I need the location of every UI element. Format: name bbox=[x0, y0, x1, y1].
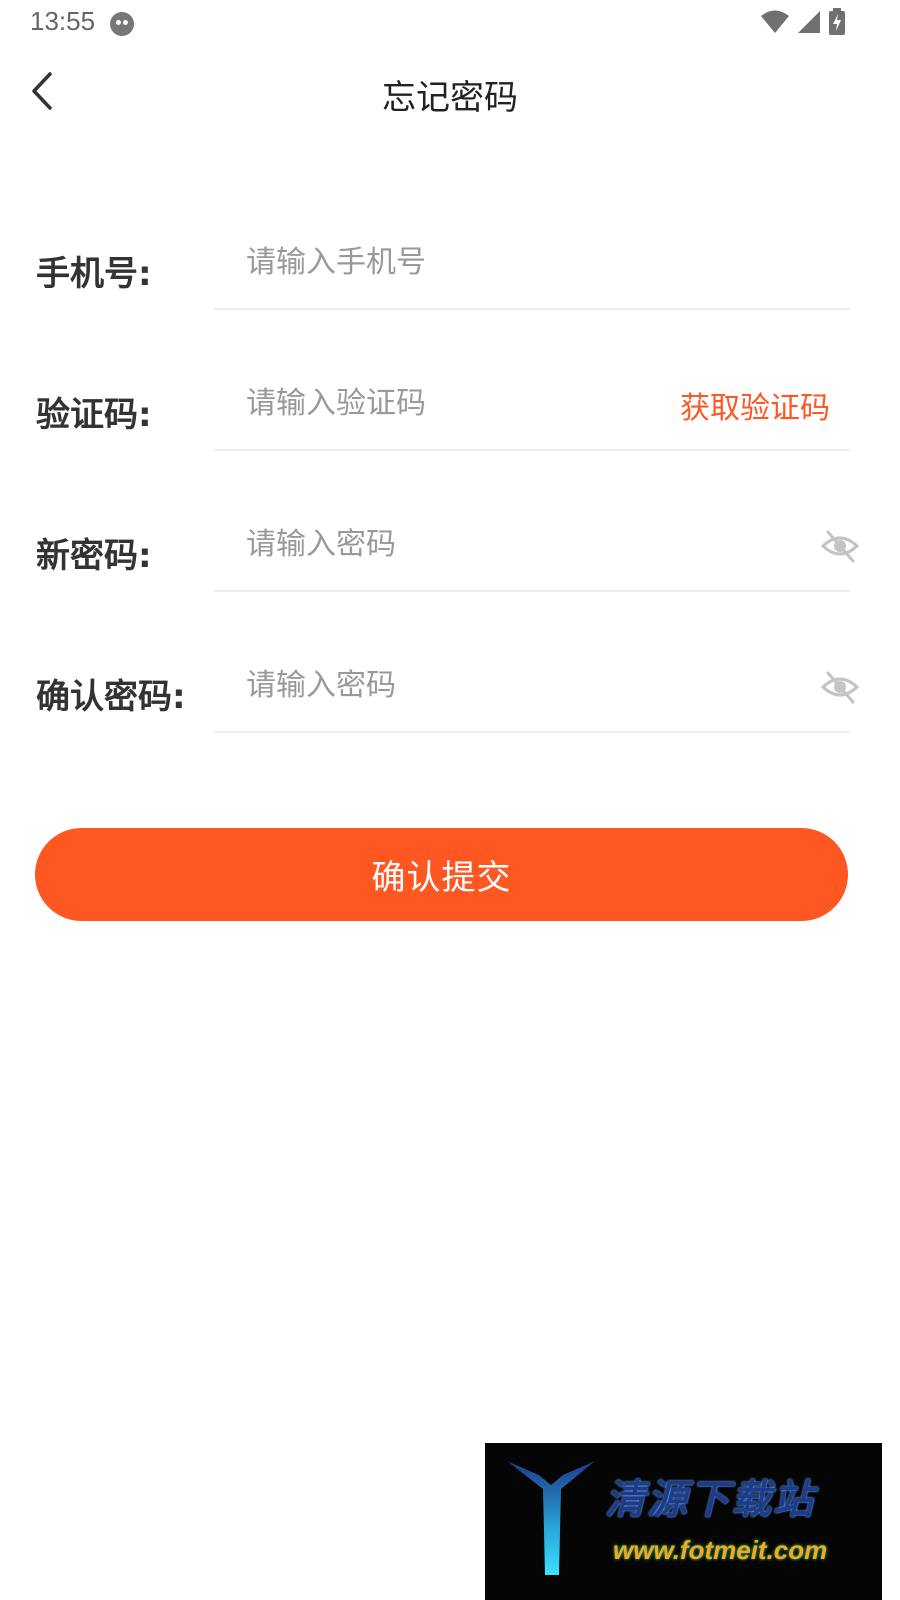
new-password-label: 新密码: bbox=[36, 536, 152, 576]
watermark: 清源下载站 www.fotmeit.com bbox=[485, 1443, 882, 1600]
signal-icon bbox=[798, 11, 820, 33]
confirm-password-label: 确认密码: bbox=[36, 677, 186, 717]
new-password-visibility-toggle[interactable] bbox=[820, 526, 860, 566]
code-label: 验证码: bbox=[36, 395, 152, 435]
new-password-row: 新密码: bbox=[0, 504, 900, 594]
status-bar: 13:55 bbox=[0, 0, 900, 46]
eye-off-icon bbox=[820, 671, 860, 704]
phone-row: 手机号: bbox=[0, 222, 900, 312]
confirm-password-row: 确认密码: bbox=[0, 645, 900, 735]
confirm-password-input[interactable] bbox=[246, 659, 666, 711]
code-divider bbox=[214, 449, 850, 451]
get-code-button[interactable]: 获取验证码 bbox=[680, 383, 830, 427]
eye-off-icon bbox=[820, 530, 860, 563]
confirm-password-visibility-toggle[interactable] bbox=[820, 667, 860, 707]
code-row: 验证码: 获取验证码 bbox=[0, 363, 900, 453]
new-password-input[interactable] bbox=[246, 518, 666, 570]
watermark-title: 清源下载站 bbox=[605, 1477, 815, 1523]
phone-divider bbox=[214, 308, 850, 310]
battery-charging-icon bbox=[829, 8, 845, 35]
status-icons bbox=[760, 8, 846, 36]
phone-label: 手机号: bbox=[36, 254, 152, 294]
status-time: 13:55 bbox=[30, 6, 96, 36]
code-input[interactable] bbox=[246, 377, 666, 429]
submit-button[interactable]: 确认提交 bbox=[35, 828, 848, 921]
wifi-icon bbox=[761, 10, 789, 33]
watermark-logo-icon bbox=[507, 1461, 595, 1575]
page-title: 忘记密码 bbox=[382, 78, 518, 118]
phone-input[interactable] bbox=[246, 236, 666, 288]
face-icon bbox=[110, 12, 134, 36]
watermark-url: www.fotmeit.com bbox=[613, 1535, 828, 1565]
new-password-divider bbox=[214, 590, 850, 592]
header: 忘记密码 bbox=[0, 56, 900, 130]
confirm-password-divider bbox=[214, 731, 850, 733]
